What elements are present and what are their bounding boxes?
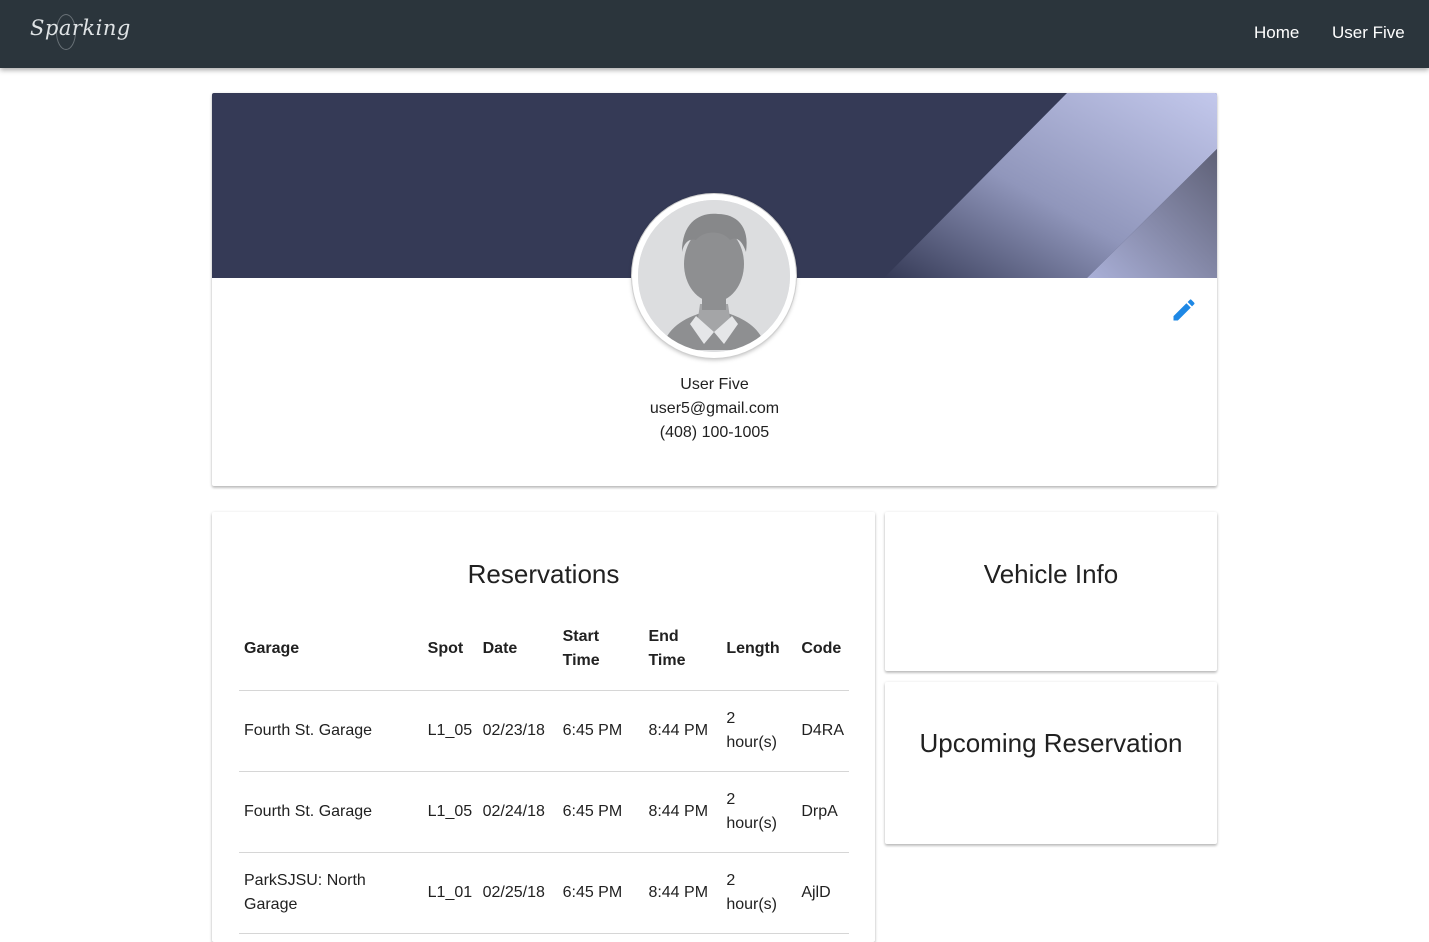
cell-code: D4RA (796, 690, 849, 772)
column-header-length: Length (721, 608, 797, 691)
upcoming-reservation-card: Upcoming Reservation (885, 682, 1217, 844)
cell-spot: L1_01 (422, 852, 478, 934)
cell-garage: Fourth St. Garage (239, 771, 423, 853)
person-silhouette-icon (638, 200, 790, 352)
vehicle-info-card: Vehicle Info (885, 512, 1217, 671)
profile-name: User Five (680, 376, 749, 393)
cell-length: 2 hour(s) (721, 771, 797, 853)
column-header-date: Date (477, 608, 558, 691)
cell-code: DrpA (796, 771, 849, 853)
cell-start-time: 6:45 PM (557, 771, 644, 853)
cell-code: AjlD (796, 852, 849, 934)
cell-date: 02/23/18 (477, 690, 558, 772)
table-header-row: Garage Spot Date Start Time End Time Lengt… (239, 608, 849, 691)
column-header-garage: Garage (239, 608, 423, 691)
pencil-icon[interactable] (1170, 296, 1198, 324)
cell-garage: Fourth St. Garage (239, 690, 423, 772)
vehicle-info-title: Vehicle Info (983, 559, 1119, 589)
cell-start-time: 6:45 PM (557, 852, 644, 934)
table-row[interactable]: ParkSJSU: North Garage L1_01 02/25/18 6:4… (239, 852, 849, 934)
reservations-table: Garage Spot Date Start Time End Time Lengt… (239, 608, 849, 934)
cell-garage: ParkSJSU: North Garage (239, 852, 423, 934)
cell-spot: L1_05 (422, 690, 478, 772)
profile-phone: (408) 100-1005 (659, 424, 770, 441)
column-header-spot: Spot (422, 608, 478, 691)
cell-date: 02/25/18 (477, 852, 558, 934)
cell-length: 2 hour(s) (721, 852, 797, 934)
column-header-start-time: Start Time (557, 608, 644, 691)
column-header-end-time: End Time (643, 608, 722, 691)
upcoming-reservation-title: Upcoming Reservation (919, 728, 1183, 758)
reservations-card: Reservations Garage Spot Date Start Time … (212, 512, 875, 942)
nav-home-link[interactable]: Home (1254, 23, 1299, 43)
avatar (632, 194, 796, 358)
profile-card: User Five user5@gmail.com (408) 100-1005 (212, 93, 1217, 486)
reservations-title: Reservations (467, 559, 620, 589)
table-row[interactable]: Fourth St. Garage L1_05 02/23/18 6:45 PM… (239, 690, 849, 772)
cell-date: 02/24/18 (477, 771, 558, 853)
column-header-code: Code (796, 608, 849, 691)
top-navbar: Sparking Home User Five (0, 0, 1429, 68)
cell-start-time: 6:45 PM (557, 690, 644, 772)
profile-email: user5@gmail.com (649, 400, 780, 417)
nav-user-link[interactable]: User Five (1332, 23, 1405, 43)
brand-logo[interactable]: Sparking (30, 16, 131, 40)
cell-end-time: 8:44 PM (643, 771, 722, 853)
cell-spot: L1_05 (422, 771, 478, 853)
cell-length: 2 hour(s) (721, 690, 797, 772)
cell-end-time: 8:44 PM (643, 852, 722, 934)
cell-end-time: 8:44 PM (643, 690, 722, 772)
table-row[interactable]: Fourth St. Garage L1_05 02/24/18 6:45 PM… (239, 771, 849, 853)
